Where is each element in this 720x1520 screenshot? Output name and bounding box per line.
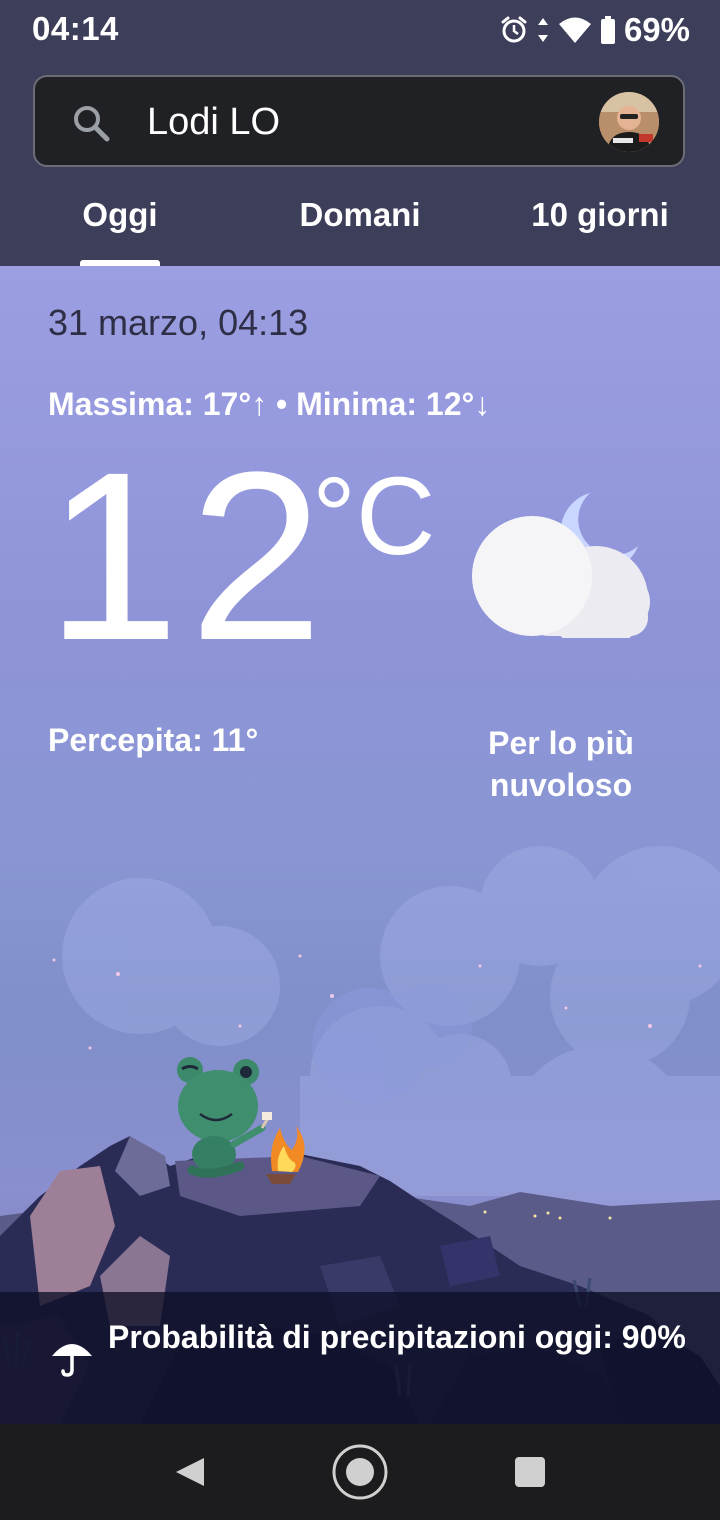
battery-icon [600, 16, 615, 44]
high-low-temperature: Massima: 17°↑ • Minima: 12°↓ [48, 386, 491, 422]
search-input[interactable]: Lodi LO [147, 101, 280, 144]
home-icon[interactable] [330, 1442, 390, 1502]
system-navigation-bar [0, 1424, 720, 1520]
status-icons: 69% [500, 10, 690, 50]
wifi-icon [558, 17, 591, 43]
forecast-tabs: Oggi Domani 10 giorni [0, 180, 720, 266]
location-search-bar[interactable]: Lodi LO [33, 75, 685, 167]
weather-condition: Per lo più nuvoloso [488, 725, 634, 803]
status-bar: 04:14 69% [0, 0, 720, 60]
partly-cloudy-night-icon [472, 493, 650, 638]
status-time: 04:14 [32, 10, 119, 47]
tab-today[interactable]: Oggi [40, 196, 200, 234]
search-icon[interactable] [71, 103, 111, 143]
app-header: 04:14 69% Lodi LO Oggi Domani 10 giorni [0, 0, 720, 266]
current-temperature: 12 [46, 422, 333, 690]
alarm-icon [501, 16, 527, 43]
tab-tomorrow[interactable]: Domani [270, 196, 450, 234]
precipitation-probability: Probabilità di precipitazioni oggi: 90% [108, 1319, 686, 1355]
weather-panel: 31 marzo, 04:13 Massima: 17°↑ • Minima: … [0, 266, 720, 1424]
battery-percentage: 69% [623, 11, 690, 48]
temperature-unit: °C [312, 455, 436, 578]
precipitation-banner[interactable]: Probabilità di precipitazioni oggi: 90% [0, 1292, 720, 1424]
avatar-image [599, 92, 659, 152]
umbrella-icon [52, 1344, 92, 1377]
data-arrows-icon [537, 18, 548, 42]
date-time: 31 marzo, 04:13 [48, 302, 309, 343]
frog-character [177, 1057, 272, 1178]
recents-icon[interactable] [500, 1442, 560, 1502]
avatar[interactable] [599, 92, 659, 152]
back-icon[interactable] [160, 1442, 220, 1502]
tab-10-days[interactable]: 10 giorni [510, 196, 690, 234]
feels-like-temperature: Percepita: 11° [48, 722, 259, 758]
